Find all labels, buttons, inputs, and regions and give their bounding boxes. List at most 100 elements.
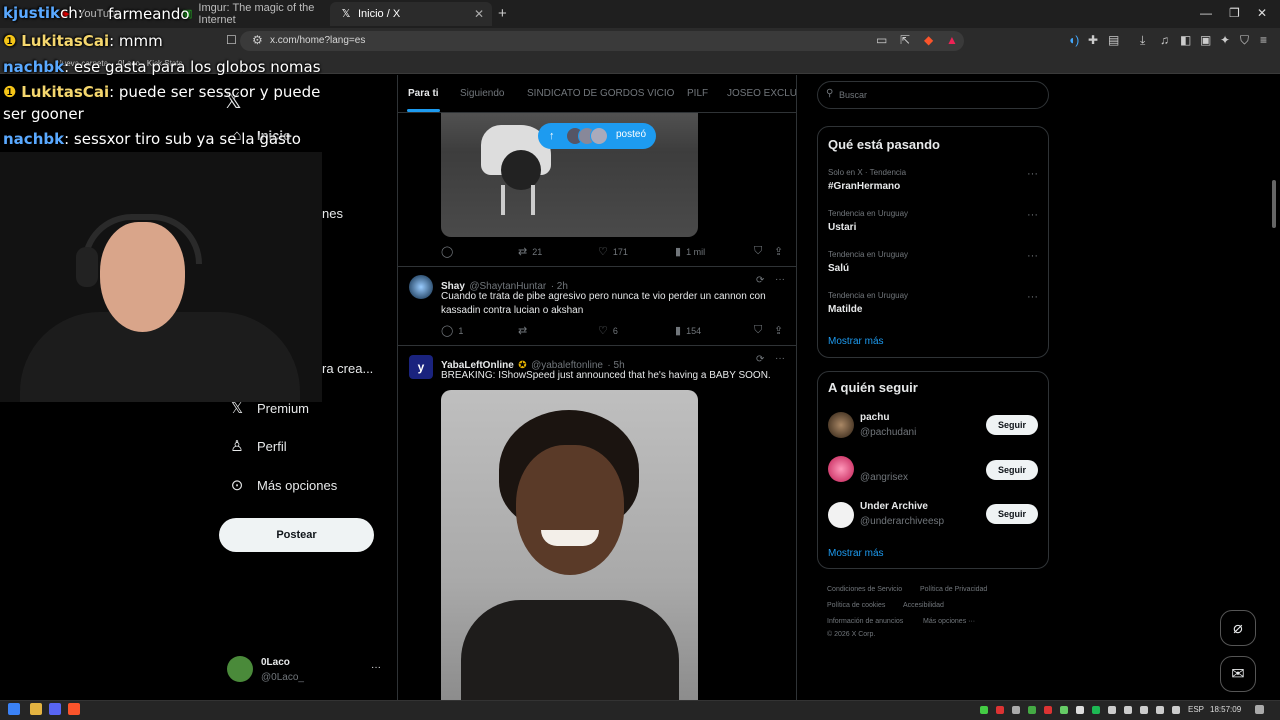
new-tab-icon[interactable]: + — [498, 5, 507, 22]
follow-button[interactable]: Seguir — [986, 460, 1038, 480]
grok-fab-icon[interactable]: ⌀ — [1220, 610, 1256, 646]
footer-link[interactable]: Condiciones de Servicio — [827, 586, 902, 593]
volume-icon[interactable] — [1172, 706, 1180, 714]
bookmark-button[interactable]: ⛉ — [754, 324, 767, 337]
tab-pilf[interactable]: PILF — [687, 88, 708, 99]
trend-item[interactable]: Tendencia en Uruguay Salú ··· — [818, 247, 1048, 283]
leo-ai-icon[interactable]: ✦ — [1220, 33, 1230, 47]
nav-more[interactable]: ⊙ Más opciones — [228, 476, 338, 494]
messages-fab-icon[interactable]: ✉ — [1220, 656, 1256, 692]
downloads-icon[interactable]: ⤓ — [1140, 33, 1145, 48]
file-explorer-icon[interactable] — [30, 703, 42, 715]
network-icon[interactable] — [1156, 706, 1164, 714]
post-image[interactable] — [441, 390, 698, 700]
footer-link[interactable]: Accesibilidad — [903, 602, 944, 609]
minimize-icon[interactable]: — — [1200, 6, 1212, 20]
post-button[interactable]: Postear — [219, 518, 374, 552]
tray-icon[interactable] — [1108, 706, 1116, 714]
tray-icon[interactable] — [980, 706, 988, 714]
nav-profile[interactable]: ♙ Perfil — [228, 437, 286, 455]
views-button[interactable]: ▮ 1 mil — [675, 245, 705, 258]
tab-joseo[interactable]: JOSEO EXCLUSI — [727, 88, 796, 99]
footer-link[interactable]: Política de cookies — [827, 602, 885, 609]
vpn-icon[interactable]: ⛉ — [1240, 33, 1249, 48]
url-field[interactable]: x.com/home?lang=es — [240, 31, 964, 51]
account-switcher[interactable]: 0Laco @0Laco_ ··· — [227, 656, 387, 686]
grok-icon[interactable]: ⟳ — [756, 354, 764, 365]
follow-button[interactable]: Seguir — [986, 415, 1038, 435]
tab-search-icon[interactable]: ▤ — [1108, 33, 1119, 47]
follow-suggestion[interactable]: @angrisex Seguir — [818, 453, 1048, 489]
account-more-icon[interactable]: ··· — [371, 662, 381, 673]
restore-icon[interactable]: ❐ — [1229, 6, 1240, 20]
like-button[interactable]: ♡ 6 — [598, 324, 618, 337]
tray-icon[interactable] — [1028, 706, 1036, 714]
scrollbar[interactable] — [1272, 180, 1276, 228]
tab-siguiendo[interactable]: Siguiendo — [460, 88, 504, 99]
media-icon[interactable]: ♫ — [1160, 33, 1169, 47]
footer-link[interactable]: Información de anuncios — [827, 618, 903, 625]
nav-partial-item-2[interactable]: ra crea... — [322, 361, 373, 376]
bookmark-button[interactable]: ⛉ — [754, 245, 767, 258]
trend-item[interactable]: Tendencia en Uruguay Matilde ··· — [818, 288, 1048, 324]
share-icon[interactable]: ⇱ — [900, 33, 910, 47]
site-settings-icon[interactable]: ⚙ — [252, 33, 263, 47]
audio-icon[interactable]: ◖) — [1068, 33, 1079, 47]
follow-suggestion[interactable]: Under Archive @underarchiveesp Seguir — [818, 498, 1048, 534]
menu-icon[interactable]: ≡ — [1260, 33, 1267, 47]
close-window-icon[interactable]: ✕ — [1257, 6, 1267, 20]
close-tab-icon[interactable]: ✕ — [474, 7, 484, 21]
trend-more-icon[interactable]: ··· — [1027, 168, 1038, 180]
trend-more-icon[interactable]: ··· — [1027, 209, 1038, 221]
sidebar-icon[interactable]: ◧ — [1180, 33, 1191, 47]
tab-imgur[interactable]: ▣ Imgur: The magic of the Internet — [172, 2, 330, 26]
share-button[interactable]: ⇪ — [774, 324, 788, 337]
trends-show-more-link[interactable]: Mostrar más — [828, 336, 884, 347]
footer-link[interactable]: Más opciones ··· — [923, 618, 975, 625]
windows-start-icon[interactable] — [8, 703, 20, 715]
clock[interactable]: 18:57:09 — [1210, 705, 1241, 714]
brave-shield-icon[interactable]: ◆ — [924, 33, 933, 47]
retweet-button[interactable]: ⇄ 21 — [518, 245, 542, 258]
tray-icon[interactable] — [1044, 706, 1052, 714]
notifications-icon[interactable] — [1255, 705, 1264, 714]
tab-sindicato[interactable]: SINDICATO DE GORDOS VICIO — [527, 88, 674, 99]
avatar[interactable]: y — [409, 355, 433, 379]
trend-more-icon[interactable]: ··· — [1027, 250, 1038, 262]
brave-browser-icon[interactable] — [68, 703, 80, 715]
spotify-icon[interactable] — [1092, 706, 1100, 714]
search-input[interactable]: ⚲ Buscar — [817, 81, 1049, 109]
reply-button[interactable]: ◯ 1 — [441, 324, 463, 337]
language-indicator[interactable]: ESP — [1188, 705, 1204, 714]
microphone-icon[interactable] — [1124, 706, 1132, 714]
like-button[interactable]: ♡ 171 — [598, 245, 628, 258]
views-button[interactable]: ▮ 154 — [675, 324, 701, 337]
tray-icon[interactable] — [1076, 706, 1084, 714]
follow-button[interactable]: Seguir — [986, 504, 1038, 524]
avatar[interactable] — [409, 275, 433, 299]
trend-more-icon[interactable]: ··· — [1027, 291, 1038, 303]
post-image[interactable] — [441, 95, 698, 237]
post-more-icon[interactable]: ··· — [775, 353, 785, 364]
tray-icon[interactable] — [1140, 706, 1148, 714]
tray-icon[interactable] — [1012, 706, 1020, 714]
extensions-icon[interactable]: ✚ — [1088, 33, 1098, 47]
brave-rewards-icon[interactable]: ▲ — [946, 33, 958, 47]
tray-icon[interactable] — [996, 706, 1004, 714]
tab-para-ti[interactable]: Para ti — [408, 88, 439, 99]
wallet-icon[interactable]: ▣ — [1200, 33, 1211, 47]
post-more-icon[interactable]: ··· — [775, 274, 785, 285]
footer-link[interactable]: Política de Privacidad — [920, 586, 987, 593]
grok-icon[interactable]: ⟳ — [756, 275, 764, 286]
tab-x-home[interactable]: 𝕏 Inicio / X ✕ — [330, 2, 492, 26]
follow-show-more-link[interactable]: Mostrar más — [828, 548, 884, 559]
nav-partial-item[interactable]: nes — [322, 206, 343, 221]
share-button[interactable]: ⇪ — [774, 245, 788, 258]
tray-icon[interactable] — [1060, 706, 1068, 714]
cast-icon[interactable]: ▭ — [876, 33, 887, 47]
trend-item[interactable]: Tendencia en Uruguay Ustari ··· — [818, 206, 1048, 242]
discord-icon[interactable] — [49, 703, 61, 715]
follow-suggestion[interactable]: pachu @pachudani Seguir — [818, 408, 1048, 444]
new-posts-pill[interactable]: ↑ posteó — [538, 123, 656, 149]
retweet-button[interactable]: ⇄ — [518, 324, 532, 337]
